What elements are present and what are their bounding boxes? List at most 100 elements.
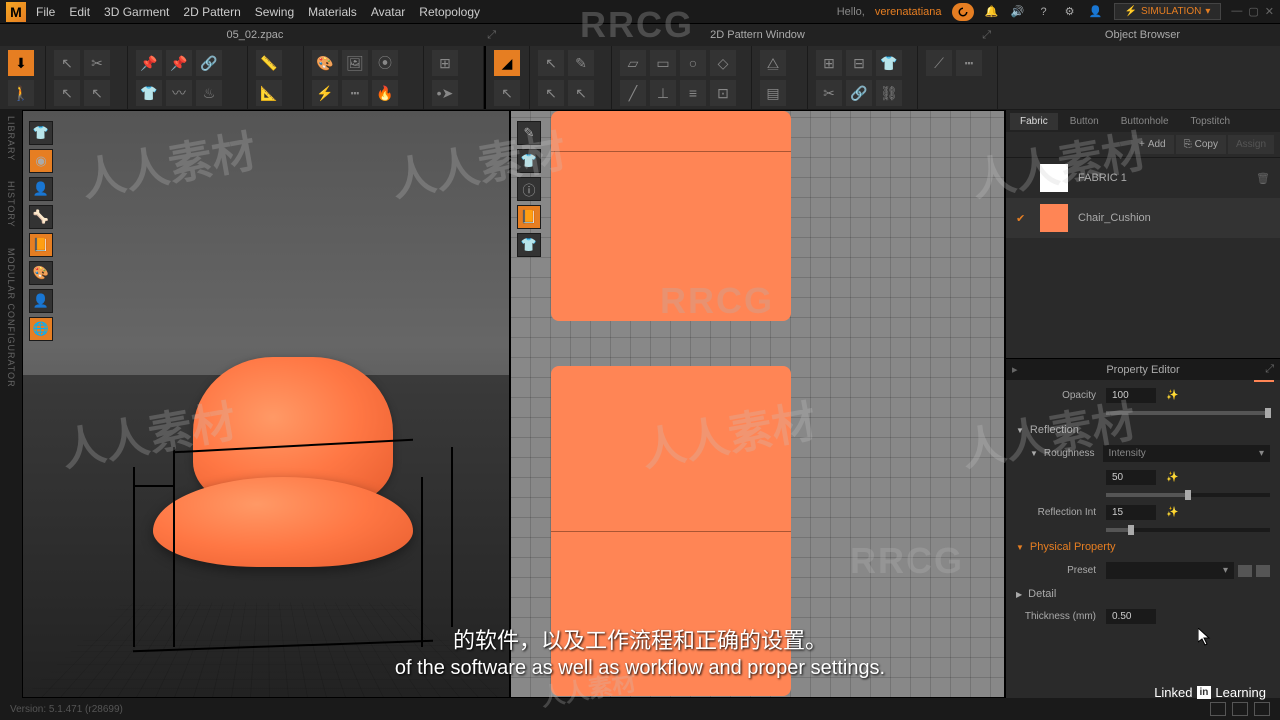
pattern-window-tab[interactable]: 2D Pattern Window ⤢	[510, 29, 1005, 41]
expand-icon[interactable]: ⤢	[487, 29, 496, 42]
trace-tool[interactable]: ⊡	[710, 80, 736, 106]
zipper-tool[interactable]: ⚡	[312, 80, 338, 106]
annotation-tool[interactable]: ┅	[956, 50, 982, 76]
simulation-button[interactable]: ⚡ SIMULATION ▾	[1114, 3, 1222, 20]
fabric-tab[interactable]: Fabric	[1010, 113, 1058, 130]
garment-display-icon[interactable]: 👕	[29, 121, 53, 145]
lasso-tool[interactable]: ↖	[54, 80, 80, 106]
button-tab[interactable]: Button	[1060, 113, 1109, 130]
fabric-item-2[interactable]: ✔ Chair_Cushion	[1006, 198, 1280, 238]
fabric-item-1[interactable]: FABRIC 1 🗑	[1006, 158, 1280, 198]
render-icon[interactable]: 🎨	[29, 261, 53, 285]
thickness-input[interactable]	[1106, 609, 1156, 624]
notch-tool[interactable]: ⊥	[650, 80, 676, 106]
menu-retopology[interactable]: Retopology	[419, 5, 480, 19]
object-browser-tab[interactable]: Object Browser	[1005, 29, 1280, 41]
settings-icon[interactable]: ⚙	[1062, 4, 1078, 20]
delete-icon[interactable]: 🗑	[1256, 172, 1270, 185]
reset-icon[interactable]: ✨	[1166, 472, 1178, 483]
assign-button[interactable]: Assign	[1228, 135, 1274, 154]
edit-pattern-tool[interactable]: ◢	[494, 50, 520, 76]
help-icon[interactable]: ?	[1036, 4, 1052, 20]
open-folder-icon[interactable]	[1238, 565, 1252, 577]
iron-tool[interactable]: 🔥	[372, 80, 398, 106]
copy-button[interactable]: ⎘ Copy	[1176, 135, 1226, 154]
reflection-int-input[interactable]	[1106, 505, 1156, 520]
menu-2d-pattern[interactable]: 2D Pattern	[183, 5, 240, 19]
tack-tool[interactable]: 📌	[166, 50, 192, 76]
edit-curve-tool[interactable]: ↖	[538, 50, 564, 76]
menu-avatar[interactable]: Avatar	[371, 5, 405, 19]
curve-point-tool[interactable]: ↖	[568, 80, 594, 106]
texture-tool[interactable]: 🎨	[312, 50, 338, 76]
2d-pen-icon[interactable]: ✎	[517, 121, 541, 145]
roughness-input[interactable]	[1106, 470, 1156, 485]
surface-display-icon[interactable]: ◉	[29, 149, 53, 173]
polygon-tool[interactable]: ▱	[620, 50, 646, 76]
library-tab[interactable]: LIBRARY	[6, 116, 16, 161]
buttonhole-tab[interactable]: Buttonhole	[1111, 113, 1179, 130]
simulate-tool[interactable]: ⬇	[8, 50, 34, 76]
2d-shirt-icon[interactable]: 👕	[517, 149, 541, 173]
add-button[interactable]: + Add	[1131, 135, 1174, 154]
avatar-icon[interactable]: 👤	[1088, 4, 1104, 20]
sync-icon[interactable]	[952, 3, 974, 21]
notification-icon[interactable]: 🔔	[984, 4, 1000, 20]
avatar-walk-tool[interactable]: 🚶	[8, 80, 34, 106]
history-tab[interactable]: HISTORY	[6, 181, 16, 228]
menu-sewing[interactable]: Sewing	[255, 5, 294, 19]
reset-icon[interactable]: ✨	[1166, 390, 1178, 401]
grid-tool[interactable]: ⊞	[816, 50, 842, 76]
skin-icon[interactable]: 👤	[29, 289, 53, 313]
fold-2d-tool[interactable]: ▤	[760, 80, 786, 106]
detail-section[interactable]: ▶Detail	[1016, 583, 1270, 605]
menu-3d-garment[interactable]: 3D Garment	[104, 5, 169, 19]
file-tab[interactable]: 05_02.zpac ⤢	[0, 29, 510, 41]
attach-tool[interactable]: 🔗	[196, 50, 222, 76]
sewing-tool[interactable]: ✂	[816, 80, 842, 106]
close-icon[interactable]: ✕	[1265, 5, 1274, 18]
pattern-piece-2[interactable]	[551, 366, 791, 696]
arrange-tool[interactable]: ⊞	[432, 50, 458, 76]
2d-pattern-icon[interactable]: 👕	[517, 233, 541, 257]
box-select-tool[interactable]: ↖	[84, 80, 110, 106]
internal-line-tool[interactable]: ╱	[620, 80, 646, 106]
transform-tool[interactable]: ↖	[494, 80, 520, 106]
button-tool[interactable]: ⦿	[372, 50, 398, 76]
texture-display-icon[interactable]: 📙	[29, 233, 53, 257]
topstitch-tool[interactable]: ┅	[342, 80, 368, 106]
roughness-slider[interactable]	[1106, 493, 1270, 497]
menu-file[interactable]: File	[36, 5, 55, 19]
view-mode-1-icon[interactable]	[1210, 702, 1226, 716]
modular-tab[interactable]: MODULAR CONFIGURATOR	[6, 248, 16, 388]
2d-texture-icon[interactable]: 📙	[517, 205, 541, 229]
topstitch-tab[interactable]: Topstitch	[1181, 113, 1240, 130]
pin-tool[interactable]: 📌	[136, 50, 162, 76]
physical-property-section[interactable]: ▼Physical Property	[1016, 536, 1270, 558]
steam-tool[interactable]: ♨	[196, 80, 222, 106]
shirt-tool[interactable]: 👕	[136, 80, 162, 106]
free-sewing-tool[interactable]: ⛓	[876, 80, 902, 106]
symmetry-tool[interactable]: ⧋	[760, 50, 786, 76]
environment-icon[interactable]: 🌐	[29, 317, 53, 341]
pattern-piece-1[interactable]	[551, 111, 791, 321]
volume-icon[interactable]: 🔊	[1010, 4, 1026, 20]
collapse-arrow-icon[interactable]: ▸	[1012, 363, 1018, 376]
circle-tool[interactable]: ○	[680, 50, 706, 76]
view-mode-3-icon[interactable]	[1254, 702, 1270, 716]
show-bones-icon[interactable]: 🦴	[29, 205, 53, 229]
fold-tool[interactable]: 〰	[166, 80, 192, 106]
dart-tool[interactable]: ◇	[710, 50, 736, 76]
opacity-input[interactable]	[1106, 388, 1156, 403]
2d-info-icon[interactable]: ⓘ	[517, 177, 541, 201]
user-name[interactable]: verenatatiana	[875, 6, 942, 18]
save-folder-icon[interactable]	[1256, 565, 1270, 577]
expand-icon[interactable]: ⤢	[982, 29, 991, 42]
link-sewing-tool[interactable]: 🔗	[846, 80, 872, 106]
maximize-icon[interactable]: ▢	[1248, 5, 1258, 18]
view-mode-2-icon[interactable]	[1232, 702, 1248, 716]
edit-point-tool[interactable]: ↖	[538, 80, 564, 106]
add-point-tool[interactable]: ✎	[568, 50, 594, 76]
align-tool[interactable]: ⊟	[846, 50, 872, 76]
select-mesh-tool[interactable]: ✂	[84, 50, 110, 76]
